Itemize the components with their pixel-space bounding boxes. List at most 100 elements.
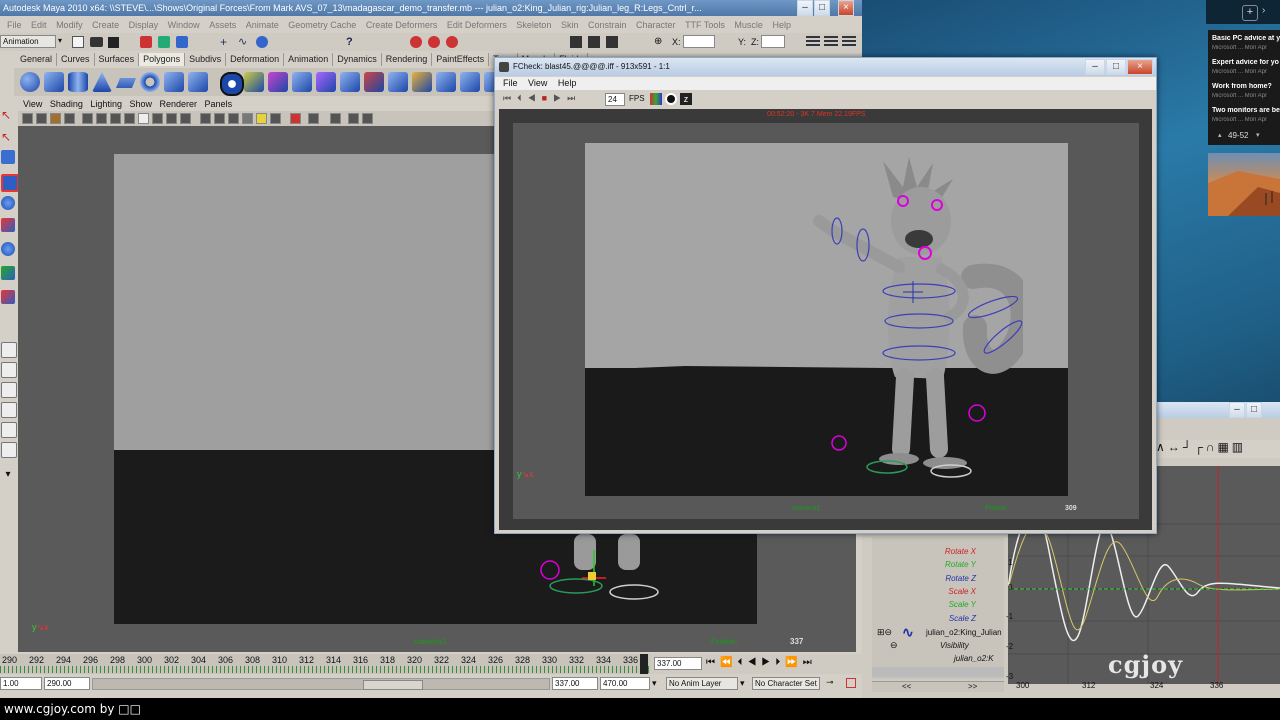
- lights-icon[interactable]: [242, 113, 253, 124]
- nav-right-icon[interactable]: >>: [968, 682, 977, 691]
- collapse-icon[interactable]: ⊖: [890, 640, 898, 651]
- maximize-icon[interactable]: □: [1106, 59, 1126, 75]
- rgb-channel-icon[interactable]: [650, 93, 662, 105]
- go-to-start-icon[interactable]: ⏮: [503, 93, 517, 103]
- panel-menu-lighting[interactable]: Lighting: [90, 98, 122, 111]
- playback-end-field[interactable]: 337.00: [552, 677, 598, 690]
- menu-character[interactable]: Character: [636, 18, 676, 32]
- boolean-icon[interactable]: [316, 72, 336, 92]
- paint-select-icon[interactable]: [1, 150, 15, 164]
- menu-geometry-cache[interactable]: Geometry Cache: [288, 18, 356, 32]
- menu-window[interactable]: Window: [168, 18, 200, 32]
- preferences-icon[interactable]: [846, 678, 856, 688]
- character-set-menu[interactable]: No Character Set: [752, 677, 820, 690]
- step-forward-frame-icon[interactable]: ⏵: [775, 657, 785, 668]
- open-scene-icon[interactable]: [90, 37, 103, 47]
- time-slider-track[interactable]: 290 292 294 296 298 300 302 304 306 308 …: [0, 654, 650, 674]
- go-to-end-icon[interactable]: ⏭: [567, 93, 581, 103]
- panel-menu-renderer[interactable]: Renderer: [160, 98, 198, 111]
- maximize-icon[interactable]: □: [814, 0, 830, 16]
- transform-mode-icon[interactable]: ⊕: [654, 36, 668, 48]
- menu-skeleton[interactable]: Skeleton: [516, 18, 551, 32]
- menu-assets[interactable]: Assets: [209, 18, 236, 32]
- step-forward-key-icon[interactable]: ⏩: [785, 657, 802, 668]
- combine-icon[interactable]: [220, 72, 244, 96]
- insert-edge-loop-icon[interactable]: [460, 72, 480, 92]
- menu-create-deformers[interactable]: Create Deformers: [366, 18, 438, 32]
- move-tool-icon[interactable]: [1, 174, 19, 192]
- gate-mask-icon[interactable]: [124, 113, 135, 124]
- fcheck-menu-file[interactable]: File: [503, 77, 518, 90]
- snap-point-icon[interactable]: [256, 36, 268, 48]
- xray-joints-icon[interactable]: [330, 113, 341, 124]
- playback-start-field[interactable]: 290.00: [44, 677, 90, 690]
- universal-manip-icon[interactable]: [1, 242, 15, 256]
- buffer-curve-icon[interactable]: ▦: [1217, 440, 1231, 454]
- select-object-icon[interactable]: [158, 36, 170, 48]
- poly-cone-icon[interactable]: [92, 72, 112, 92]
- go-to-end-icon[interactable]: ⏭: [803, 657, 817, 668]
- field-chart-icon[interactable]: [138, 113, 149, 124]
- average-vertices-icon[interactable]: [340, 72, 360, 92]
- range-bar[interactable]: [92, 678, 550, 690]
- add-gadget-icon[interactable]: +: [1242, 5, 1258, 21]
- poly-plane-icon[interactable]: [116, 78, 136, 88]
- sub-node-label[interactable]: julian_o2:K: [954, 654, 994, 663]
- range-handle[interactable]: [363, 680, 423, 690]
- smooth-icon[interactable]: [292, 72, 312, 92]
- tangent-flat-icon[interactable]: ∩: [1206, 440, 1218, 454]
- fps-field[interactable]: 24: [605, 93, 625, 106]
- poly-prism-icon[interactable]: [164, 72, 184, 92]
- attr-scale-x[interactable]: Scale X: [872, 587, 1004, 596]
- snap-curve-icon[interactable]: ∿: [238, 36, 250, 48]
- poly-cylinder-icon[interactable]: [68, 72, 88, 92]
- tab-surfaces[interactable]: Surfaces: [95, 53, 140, 66]
- new-scene-icon[interactable]: [72, 36, 84, 48]
- minimize-icon[interactable]: –: [1229, 402, 1245, 418]
- panel-menu-shading[interactable]: Shading: [50, 98, 83, 111]
- isolate-select-icon[interactable]: [290, 113, 301, 124]
- select-component-icon[interactable]: [176, 36, 188, 48]
- extrude-icon[interactable]: [388, 72, 408, 92]
- grid-icon[interactable]: [82, 113, 93, 124]
- menu-edit-deformers[interactable]: Edit Deformers: [447, 18, 507, 32]
- fcheck-image-view[interactable]: 00:52:20 - 3K 7 Mem 22.19FPS y↘x camera1…: [499, 109, 1152, 530]
- menu-ttf-tools[interactable]: TTF Tools: [685, 18, 725, 32]
- all-lights-icon[interactable]: [256, 113, 267, 124]
- snap-grid-icon[interactable]: +: [220, 36, 232, 48]
- menu-display[interactable]: Display: [129, 18, 159, 32]
- layer-editor-toggle-icon[interactable]: [824, 36, 838, 48]
- append-polygon-icon[interactable]: [412, 72, 432, 92]
- sidebar-next-icon[interactable]: ›: [1262, 5, 1265, 16]
- tangent-linear-icon[interactable]: ↔: [1168, 440, 1183, 454]
- xray-icon[interactable]: [308, 113, 319, 124]
- menu-modify[interactable]: Modify: [56, 18, 83, 32]
- render-settings-icon[interactable]: [446, 36, 458, 48]
- menu-constrain[interactable]: Constrain: [588, 18, 627, 32]
- scene-start-field[interactable]: 1.00: [0, 677, 42, 690]
- image-plane-icon[interactable]: [64, 113, 75, 124]
- wireframe-on-shaded-icon[interactable]: [214, 113, 225, 124]
- news-item-title[interactable]: Basic PC advice at y: [1212, 35, 1280, 42]
- attr-rotate-z[interactable]: Rotate Z: [872, 574, 1004, 583]
- lasso-tool-icon[interactable]: ↖: [1, 130, 15, 144]
- show-manip-icon[interactable]: [1, 290, 15, 304]
- poly-pyramid-icon[interactable]: [188, 72, 208, 92]
- menu-help[interactable]: Help: [772, 18, 791, 32]
- rotate-tool-icon[interactable]: [1, 196, 15, 210]
- tab-painteffects[interactable]: PaintEffects: [432, 53, 490, 66]
- node-label[interactable]: julian_o2:King_Julian: [926, 628, 1002, 637]
- tab-dynamics[interactable]: Dynamics: [333, 53, 382, 66]
- mode-menu[interactable]: Animation: [0, 35, 56, 48]
- play-back-icon[interactable]: ◀: [528, 93, 542, 103]
- attr-rotate-x[interactable]: Rotate X: [872, 547, 1004, 556]
- camera-attributes-icon[interactable]: [36, 113, 47, 124]
- scale-tool-icon[interactable]: [1, 218, 15, 232]
- play-back-icon[interactable]: ◀: [747, 657, 761, 668]
- tab-polygons[interactable]: Polygons: [139, 53, 186, 66]
- smooth-shade-icon[interactable]: [200, 113, 211, 124]
- safe-title-icon[interactable]: [166, 113, 177, 124]
- shadows-icon[interactable]: [270, 113, 281, 124]
- play-forward-icon[interactable]: ▶: [553, 93, 567, 103]
- menu-skin[interactable]: Skin: [561, 18, 579, 32]
